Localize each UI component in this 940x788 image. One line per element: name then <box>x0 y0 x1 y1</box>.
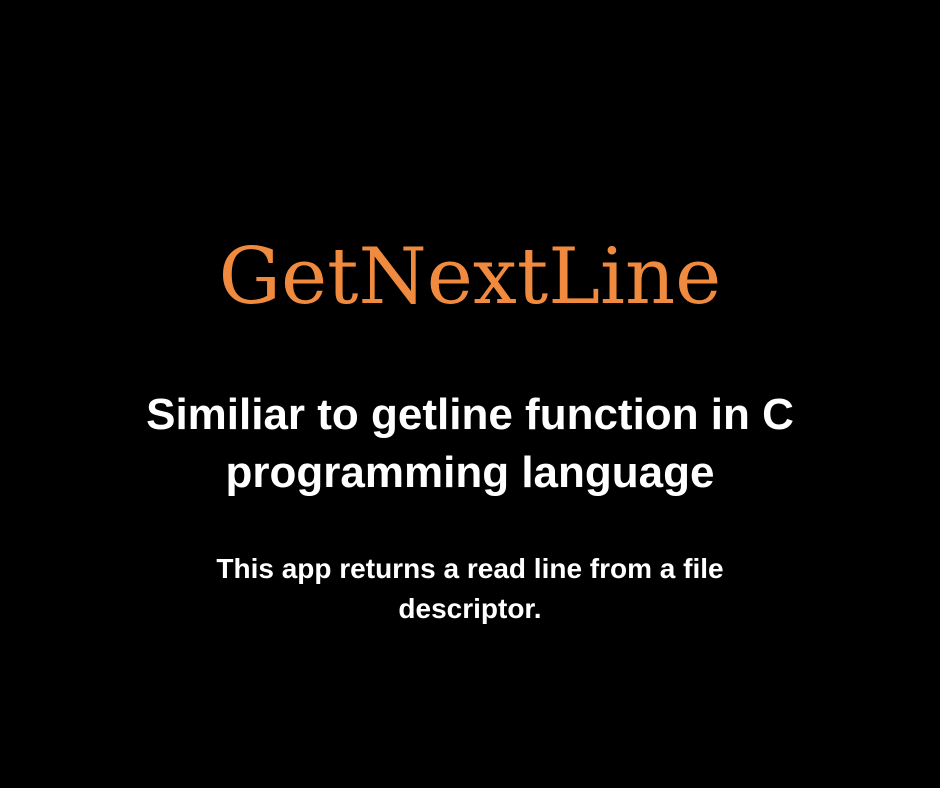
app-title: GetNextLine <box>218 232 722 322</box>
description-line-2: descriptor. <box>398 593 542 624</box>
banner: GetNextLine Similiar to getline function… <box>0 0 940 788</box>
subtitle-line-1: Similiar to getline function in C <box>146 390 794 439</box>
subtitle: Similiar to getline function in C progra… <box>0 386 940 502</box>
description: This app returns a read line from a file… <box>0 549 940 629</box>
subtitle-line-2: programming language <box>225 448 715 497</box>
description-line-1: This app returns a read line from a file <box>216 553 724 584</box>
